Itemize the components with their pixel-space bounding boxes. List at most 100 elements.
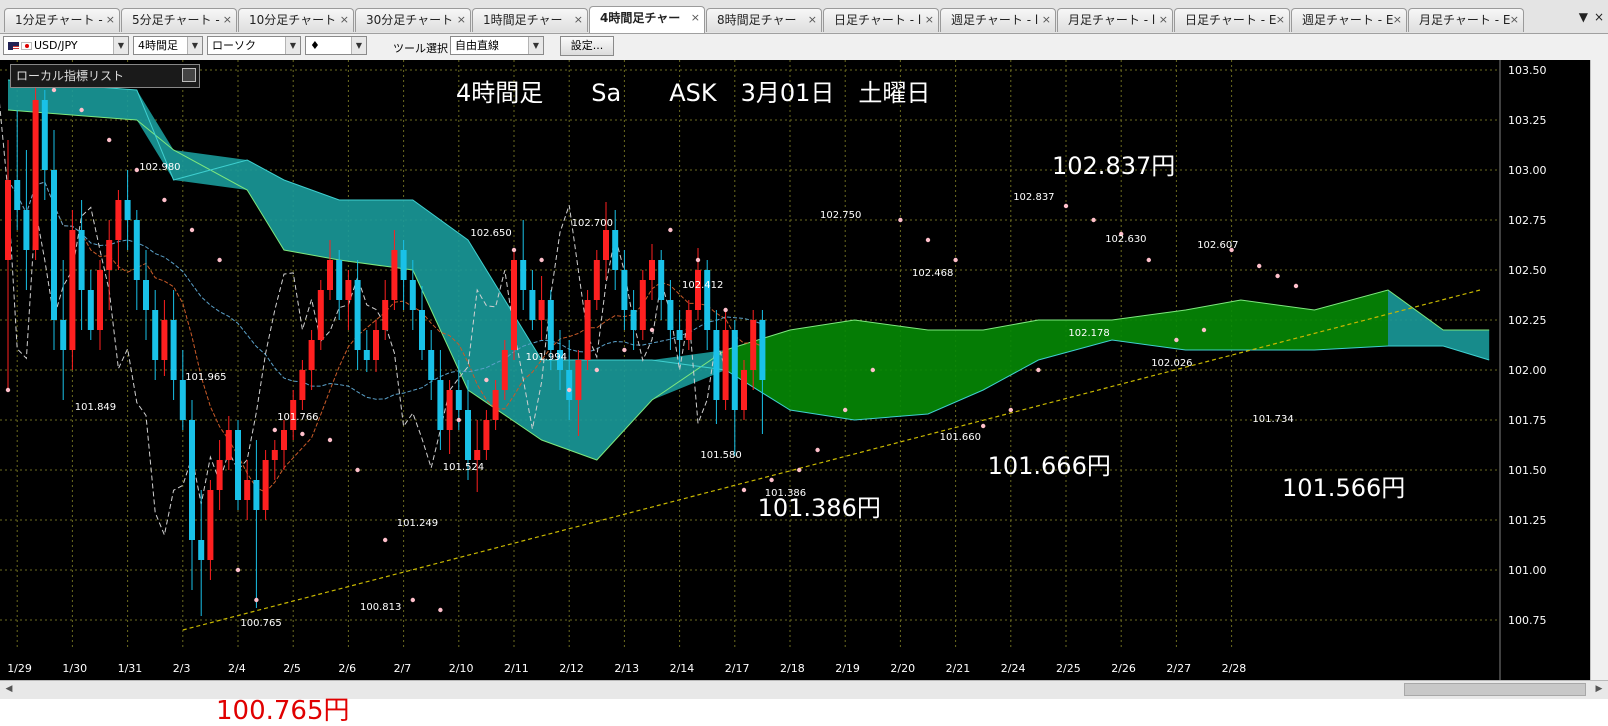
candle-body [253, 480, 260, 510]
price-label: 102.630 [1105, 234, 1146, 245]
tab-10[interactable]: 日足チャート - E × [1174, 8, 1290, 32]
close-icon[interactable]: × [574, 9, 583, 31]
price-label: 102.750 [820, 210, 861, 221]
candle-body [299, 370, 306, 400]
currency-pair-value: USD/JPY [34, 39, 78, 52]
x-tick-label: 2/17 [725, 662, 750, 675]
x-tick-label: 2/12 [559, 662, 584, 675]
tab-list-menu-icon[interactable]: ▼ [1579, 10, 1588, 24]
candle-body [382, 300, 389, 330]
candle-body [363, 350, 370, 360]
sar-dot [649, 327, 655, 333]
close-icon[interactable]: × [1159, 9, 1168, 31]
price-axis-strip [1590, 60, 1608, 680]
sar-dot [1091, 217, 1096, 223]
tab-0[interactable]: 1分足チャート - × [4, 8, 120, 32]
candle-body [32, 100, 39, 250]
tab-9[interactable]: 月足チャート - l × [1057, 8, 1173, 32]
y-tick-label: 101.25 [1508, 514, 1547, 527]
candle-body [455, 390, 462, 410]
tab-5[interactable]: 4時間足チャー × [589, 6, 705, 33]
sar-dot [456, 417, 461, 423]
sar-dot [741, 487, 747, 493]
close-icon[interactable]: × [1510, 9, 1519, 31]
candle-body [621, 270, 628, 310]
close-icon[interactable]: × [808, 9, 817, 31]
scroll-left-icon[interactable]: ◀ [2, 682, 16, 697]
candle-body [115, 200, 122, 240]
close-icon[interactable]: × [457, 9, 466, 31]
scroll-right-icon[interactable]: ▶ [1592, 682, 1606, 697]
close-icon[interactable]: × [1042, 9, 1051, 31]
y-tick-label: 103.00 [1508, 164, 1547, 177]
chart-style-select[interactable]: ローソク ▼ [207, 36, 301, 55]
sar-dot [1174, 337, 1179, 343]
tab-11[interactable]: 週足チャート - E × [1291, 8, 1407, 32]
settings-button[interactable]: 設定... [560, 36, 614, 56]
x-tick-label: 2/24 [1001, 662, 1026, 675]
close-all-icon[interactable]: × [1594, 10, 1604, 24]
candle-body [235, 430, 241, 500]
x-tick-label: 2/28 [1222, 662, 1247, 675]
close-icon[interactable]: × [223, 9, 232, 31]
tab-8[interactable]: 週足チャート - l × [940, 8, 1056, 32]
close-icon[interactable]: × [691, 7, 700, 29]
tab-7[interactable]: 日足チャート - l × [823, 8, 939, 32]
x-tick-label: 1/29 [7, 662, 32, 675]
sar-dot [1257, 263, 1262, 269]
price-annotation: 101.386円 [758, 494, 881, 522]
tab-3[interactable]: 30分足チャート × [355, 8, 471, 32]
candle-body [483, 420, 490, 450]
candle-body [667, 300, 674, 330]
candle-body [419, 310, 425, 350]
candlestick-chart[interactable]: 103.50 103.25 103.00 102.75 102.50 102.25 102.… [0, 60, 1590, 680]
chart-area[interactable]: 103.50 103.25 103.00 102.75 102.50 102.25 102.… [0, 60, 1608, 680]
price-label: 102.700 [572, 218, 613, 229]
maximize-icon[interactable] [182, 68, 196, 82]
candle-body [722, 330, 729, 400]
candle-body [584, 300, 591, 360]
price-label: 101.524 [443, 462, 484, 473]
tab-1[interactable]: 5分足チャート - × [121, 8, 237, 32]
candle-body [704, 270, 711, 330]
candle-body [133, 220, 140, 280]
tab-label: 週足チャート - l [951, 13, 1039, 27]
price-annotation: 101.666円 [988, 452, 1111, 480]
candle-body [336, 260, 343, 300]
marker-select[interactable]: ♦ ▼ [305, 36, 367, 55]
chart-title: 4時間足 Sa ASK 3月01日 土曜日 [456, 79, 930, 107]
tab-4[interactable]: 1時間足チャー × [472, 8, 588, 32]
candle-body [547, 300, 554, 350]
scrollbar-thumb[interactable] [1404, 683, 1586, 696]
x-tick-label: 2/5 [283, 662, 301, 675]
price-label: 102.607 [1197, 240, 1238, 251]
x-tick-label: 2/19 [835, 662, 860, 675]
drawing-tool-select[interactable]: 自由直線 ▼ [450, 36, 544, 55]
candle-body [262, 460, 269, 510]
tab-2[interactable]: 10分足チャート × [238, 8, 354, 32]
sar-dot [383, 537, 388, 543]
candle-body [575, 360, 582, 400]
tab-label: 5分足チャート - [132, 13, 220, 27]
close-icon[interactable]: × [340, 9, 349, 31]
sar-dot [511, 247, 517, 253]
close-icon[interactable]: × [1393, 9, 1402, 31]
tab-6[interactable]: 8時間足チャー × [706, 8, 822, 32]
close-icon[interactable]: × [106, 9, 115, 31]
local-indicator-list[interactable]: ローカル指標リスト [10, 64, 200, 88]
currency-pair-select[interactable]: USD/JPY ▼ [3, 36, 129, 55]
tab-12[interactable]: 月足チャート - E × [1408, 8, 1524, 32]
price-label: 102.412 [682, 280, 723, 291]
candle-body [170, 320, 177, 380]
candle-body [603, 230, 609, 260]
candle-body [520, 260, 527, 290]
close-icon[interactable]: × [925, 9, 934, 31]
candle-body [400, 250, 407, 280]
timeframe-select[interactable]: 4時間足 ▼ [133, 36, 203, 55]
close-icon[interactable]: × [1276, 9, 1285, 31]
sar-dot [484, 377, 489, 383]
y-tick-label: 100.75 [1508, 614, 1547, 627]
price-label: 102.026 [1151, 358, 1192, 369]
sar-dot [622, 347, 627, 353]
chevron-down-icon: ▼ [528, 37, 543, 54]
